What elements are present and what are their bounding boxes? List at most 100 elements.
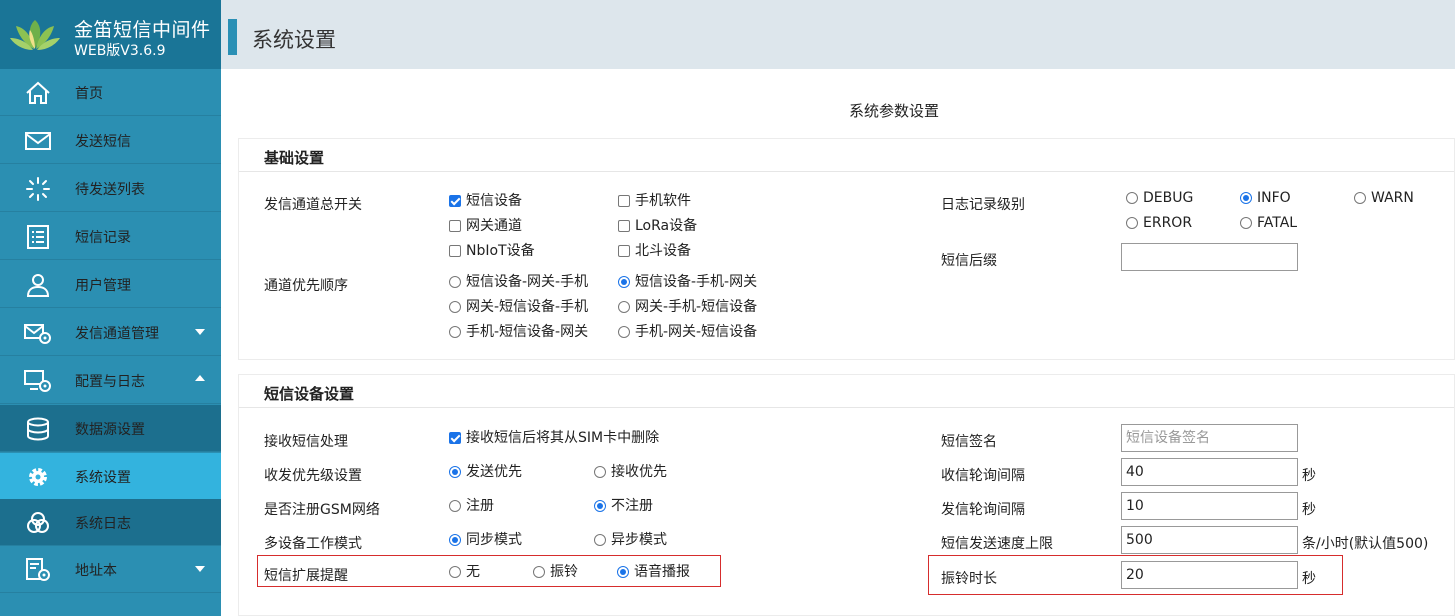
radio-icon[interactable] (618, 301, 630, 313)
remind-none-radio[interactable]: 无 (449, 561, 480, 581)
checkbox-icon[interactable] (449, 220, 461, 232)
send-first-radio[interactable]: 发送优先 (449, 461, 522, 481)
gsm-no-register-radio[interactable]: 不注册 (594, 495, 653, 515)
receive-first-radio[interactable]: 接收优先 (594, 461, 667, 481)
radio-checked-icon[interactable] (449, 534, 461, 546)
priority-option[interactable]: 手机-网关-短信设备 (618, 321, 757, 341)
checkbox-checked-icon[interactable] (449, 195, 461, 207)
channel-sms-device[interactable]: 短信设备 (449, 190, 522, 210)
delete-after-receive-checkbox[interactable]: 接收短信后将其从SIM卡中删除 (449, 427, 659, 447)
sidebar: 金笛短信中间件 WEB版V3.6.9 首页 发送短信 待发送列表 短信记录 用户… (0, 0, 221, 616)
sidebar-item-system-settings[interactable]: 系统设置 (0, 453, 221, 500)
checkbox-icon[interactable] (449, 245, 461, 257)
priority-option[interactable]: 网关-手机-短信设备 (618, 296, 757, 316)
radio-icon[interactable] (533, 566, 545, 578)
log-level-fatal[interactable]: FATAL (1240, 215, 1297, 231)
async-mode-radio[interactable]: 异步模式 (594, 529, 667, 549)
radio-icon[interactable] (1240, 217, 1252, 229)
priority-option[interactable]: 短信设备-网关-手机 (449, 271, 588, 291)
channel-nbiot[interactable]: NbIoT设备 (449, 240, 535, 260)
page-title: 系统设置 (252, 28, 336, 52)
settings-heading: 系统参数设置 (849, 102, 940, 120)
radio-icon[interactable] (449, 276, 461, 288)
channel-switch-label: 发信通道总开关 (264, 197, 362, 213)
sidebar-item-address-book[interactable]: 地址本 (0, 546, 221, 593)
checkbox-icon[interactable] (618, 220, 630, 232)
sidebar-item-user-management[interactable]: 用户管理 (0, 261, 221, 308)
ring-duration-input[interactable] (1121, 561, 1298, 589)
log-level-warn[interactable]: WARN (1354, 190, 1414, 206)
channel-phone-app[interactable]: 手机软件 (618, 190, 691, 210)
sms-signature-input[interactable] (1121, 424, 1298, 452)
loading-spinner-icon (26, 177, 50, 201)
radio-icon[interactable] (449, 326, 461, 338)
sidebar-item-label: 系统设置 (75, 470, 131, 486)
sidebar-item-pending-list[interactable]: 待发送列表 (0, 165, 221, 212)
sidebar-item-label: 地址本 (75, 563, 117, 579)
main-area: 系统设置 系统参数设置 基础设置 发信通道总开关 短信设备 手机软件 网关通道 … (221, 0, 1455, 616)
send-speed-limit-unit: 条/小时(默认值500) (1302, 536, 1429, 552)
sidebar-item-label: 数据源设置 (75, 422, 145, 438)
send-speed-limit-input[interactable] (1121, 526, 1298, 554)
panel-header: 基础设置 (239, 139, 1454, 172)
checkbox-checked-icon[interactable] (449, 432, 461, 444)
device-settings-panel: 短信设备设置 接收短信处理 接收短信后将其从SIM卡中删除 收发优先级设置 发送… (238, 374, 1455, 616)
channel-beidou[interactable]: 北斗设备 (618, 240, 691, 260)
checkbox-icon[interactable] (618, 195, 630, 207)
sidebar-item-sms-records[interactable]: 短信记录 (0, 213, 221, 260)
send-interval-input[interactable] (1121, 492, 1298, 520)
remind-ring-radio[interactable]: 振铃 (533, 561, 578, 581)
sidebar-item-home[interactable]: 首页 (0, 69, 221, 116)
radio-icon[interactable] (1354, 192, 1366, 204)
priority-option[interactable]: 网关-短信设备-手机 (449, 296, 588, 316)
radio-icon[interactable] (1126, 217, 1138, 229)
sidebar-item-label: 配置与日志 (75, 374, 145, 390)
radio-icon[interactable] (618, 326, 630, 338)
sidebar-item-label: 系统日志 (75, 516, 131, 532)
log-level-debug[interactable]: DEBUG (1126, 190, 1193, 206)
gsm-register-label: 是否注册GSM网络 (264, 502, 380, 518)
gsm-register-radio[interactable]: 注册 (449, 495, 494, 515)
radio-icon[interactable] (449, 566, 461, 578)
monitor-gear-icon (24, 370, 51, 392)
sidebar-item-label: 首页 (75, 86, 103, 102)
sidebar-item-send-sms[interactable]: 发送短信 (0, 117, 221, 164)
radio-icon[interactable] (449, 500, 461, 512)
log-level-info[interactable]: INFO (1240, 190, 1291, 206)
panel-header: 短信设备设置 (239, 375, 1454, 408)
ring-duration-label: 振铃时长 (941, 571, 997, 587)
sidebar-item-channel-management[interactable]: 发信通道管理 (0, 309, 221, 356)
radio-icon[interactable] (594, 466, 606, 478)
sms-suffix-input[interactable] (1121, 243, 1298, 271)
leaf-logo-icon (10, 20, 60, 50)
channel-gateway[interactable]: 网关通道 (449, 215, 522, 235)
page-header: 系统设置 (221, 0, 1455, 69)
radio-icon[interactable] (594, 534, 606, 546)
sync-mode-radio[interactable]: 同步模式 (449, 529, 522, 549)
sidebar-item-system-log[interactable]: 系统日志 (0, 499, 221, 546)
sms-signature-label: 短信签名 (941, 434, 997, 450)
radio-checked-icon[interactable] (617, 566, 629, 578)
sidebar-item-datasource[interactable]: 数据源设置 (0, 405, 221, 452)
chevron-up-icon (195, 375, 205, 381)
sidebar-item-label: 用户管理 (75, 278, 131, 294)
remind-voice-radio[interactable]: 语音播报 (617, 561, 690, 581)
sidebar-item-label: 待发送列表 (75, 182, 145, 198)
database-icon (27, 417, 49, 441)
radio-checked-icon[interactable] (1240, 192, 1252, 204)
radio-checked-icon[interactable] (449, 466, 461, 478)
user-icon (26, 274, 50, 297)
radio-checked-icon[interactable] (594, 500, 606, 512)
send-interval-label: 发信轮询间隔 (941, 502, 1025, 518)
priority-option[interactable]: 短信设备-手机-网关 (618, 271, 757, 291)
radio-checked-icon[interactable] (618, 276, 630, 288)
recv-interval-input[interactable] (1121, 458, 1298, 486)
log-level-error[interactable]: ERROR (1126, 215, 1192, 231)
log-circles-icon (27, 512, 49, 533)
sidebar-item-config-log[interactable]: 配置与日志 (0, 357, 221, 404)
radio-icon[interactable] (1126, 192, 1138, 204)
radio-icon[interactable] (449, 301, 461, 313)
channel-lora[interactable]: LoRa设备 (618, 215, 697, 235)
checkbox-icon[interactable] (618, 245, 630, 257)
priority-option[interactable]: 手机-短信设备-网关 (449, 321, 588, 341)
